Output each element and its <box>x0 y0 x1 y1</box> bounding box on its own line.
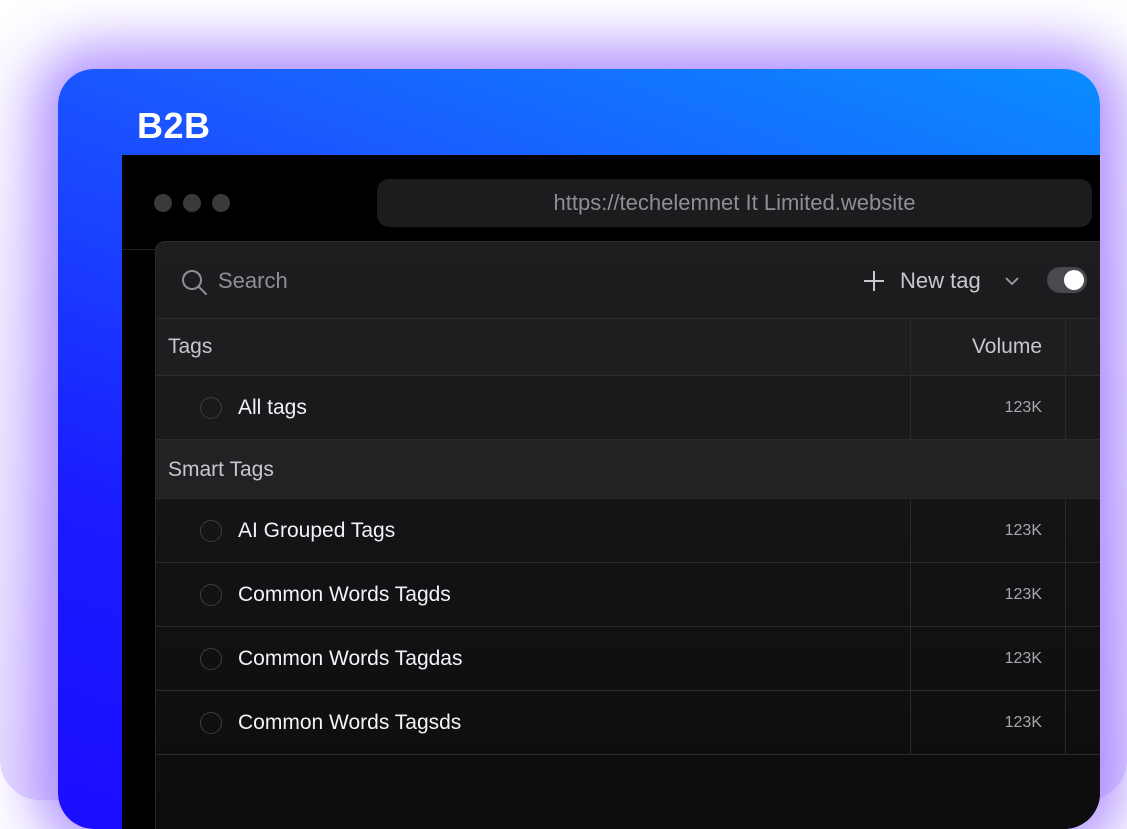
tags-panel: New tag Tags Volume All tags <box>155 241 1100 829</box>
column-divider <box>1065 627 1066 690</box>
column-divider <box>1065 499 1066 562</box>
window-dot-minimize[interactable] <box>183 194 201 212</box>
toggle-knob <box>1064 270 1084 290</box>
table-row[interactable]: Common Words Tagds 123K <box>156 563 1100 627</box>
radio-button[interactable] <box>200 648 222 670</box>
table-header-row: Tags Volume <box>156 319 1100 376</box>
table-row[interactable]: AI Grouped Tags 123K <box>156 499 1100 563</box>
row-label: Common Words Tagsds <box>238 711 462 734</box>
section-header-row: Smart Tags <box>156 440 1100 499</box>
row-label: Common Words Tagdas <box>238 647 463 670</box>
brand-title: B2B <box>137 105 211 146</box>
toggle-switch[interactable] <box>1047 267 1087 293</box>
row-volume: 123K <box>1004 586 1042 603</box>
tags-column-header: Tags <box>168 335 213 358</box>
plus-icon <box>864 271 884 291</box>
table-row[interactable]: Common Words Tagsds 123K <box>156 691 1100 755</box>
column-divider <box>1065 563 1066 626</box>
row-label: Common Words Tagds <box>238 583 451 606</box>
row-volume: 123K <box>1004 650 1042 667</box>
radio-button[interactable] <box>200 584 222 606</box>
column-divider <box>1065 319 1066 375</box>
radio-button[interactable] <box>200 397 222 419</box>
column-divider <box>910 376 911 439</box>
column-divider <box>1065 376 1066 439</box>
radio-button[interactable] <box>200 712 222 734</box>
new-tag-label: New tag <box>900 268 981 293</box>
panel-toolbar: New tag <box>156 242 1100 319</box>
chevron-down-icon[interactable] <box>1003 272 1021 290</box>
volume-column-header: Volume <box>971 335 1042 358</box>
row-volume: 123K <box>1004 399 1042 416</box>
column-divider <box>910 627 911 690</box>
search-input[interactable] <box>216 264 520 298</box>
row-volume: 123K <box>1004 522 1042 539</box>
column-divider <box>910 691 911 754</box>
radio-button[interactable] <box>200 520 222 542</box>
new-tag-button[interactable]: New tag <box>862 264 1021 298</box>
row-label: All tags <box>238 396 307 419</box>
column-divider <box>910 319 911 375</box>
window-dot-maximize[interactable] <box>212 194 230 212</box>
table-row[interactable]: All tags 123K <box>156 376 1100 440</box>
table-row[interactable]: Common Words Tagdas 123K <box>156 627 1100 691</box>
column-divider <box>910 563 911 626</box>
search-icon <box>182 270 207 295</box>
section-title: Smart Tags <box>168 458 274 481</box>
column-divider <box>1065 691 1066 754</box>
promo-card: B2B https://techelemnet It Limited.websi… <box>58 69 1100 829</box>
window-dot-close[interactable] <box>154 194 172 212</box>
browser-window: https://techelemnet It Limited.website N… <box>122 155 1100 829</box>
row-volume: 123K <box>1004 714 1042 731</box>
row-label: AI Grouped Tags <box>238 519 396 542</box>
address-bar[interactable]: https://techelemnet It Limited.website <box>377 179 1092 227</box>
column-divider <box>910 499 911 562</box>
